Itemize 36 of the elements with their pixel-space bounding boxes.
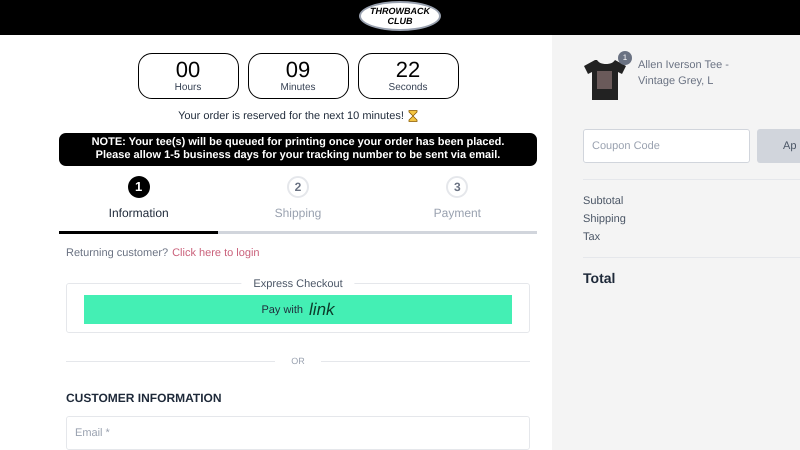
quantity-badge: 1 (618, 51, 632, 65)
express-checkout-title: Express Checkout (241, 276, 355, 292)
step-number: 3 (446, 176, 468, 198)
step-label: Payment (434, 205, 481, 222)
notice-banner: NOTE: Your tee(s) will be queued for printing once your order has been placed. Please allow 1-5 business days for your tracking number to be sent via email. (59, 132, 537, 166)
step-label: Shipping (274, 205, 322, 222)
summary-label: Subtotal (583, 194, 624, 209)
step-label: Information (108, 205, 169, 222)
summary-label: Tax (583, 230, 602, 245)
coupon-code-field[interactable]: Coupon Code (583, 129, 750, 163)
timer-unit: Seconds (388, 82, 428, 94)
returning-text: Returning customer? (66, 246, 168, 260)
login-link[interactable]: Click here to login (172, 244, 260, 261)
section-title: CUSTOMER INFORMATION (66, 390, 223, 407)
timer-unit: Minutes (280, 82, 316, 94)
logo-text: THROWBACK (370, 6, 430, 16)
total-label: Total (583, 269, 616, 288)
timer-value: 00 (176, 58, 200, 82)
product-name: Allen Iverson Tee - Vintage Grey, L (638, 58, 730, 89)
email-field[interactable]: Email * (66, 416, 530, 450)
apply-button[interactable]: Ap (757, 129, 800, 163)
reserve-note: Your order is reserved for the next 10 minutes! (178, 109, 404, 124)
timer-unit: Hours (174, 82, 202, 94)
step-tab[interactable]: 2 Shipping (218, 176, 378, 222)
timer-value: 22 (396, 58, 420, 82)
step-tab[interactable]: 1 Information (59, 176, 218, 222)
logo[interactable]: THROWBACK CLUB (359, 1, 441, 31)
pay-with-link-button[interactable]: Pay with link (84, 295, 512, 324)
or-divider-text: OR (291, 354, 305, 368)
summary-label: Shipping (583, 212, 627, 227)
timer-value: 09 (286, 58, 310, 82)
hourglass-icon (408, 110, 418, 122)
logo-text: CLUB (388, 16, 412, 26)
step-number: 1 (128, 176, 150, 198)
step-number: 2 (286, 176, 309, 198)
step-tab[interactable]: 3 Payment (378, 176, 537, 222)
